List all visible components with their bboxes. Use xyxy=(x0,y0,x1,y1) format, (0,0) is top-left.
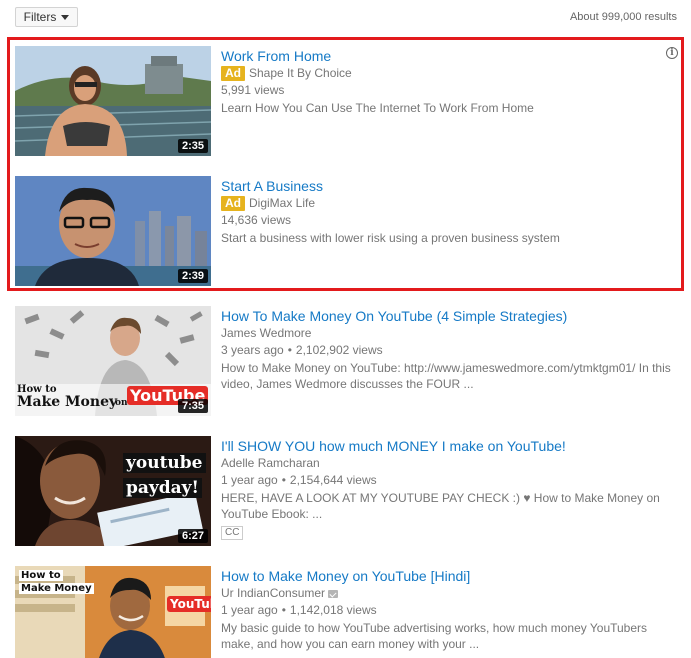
video-thumbnail[interactable]: 2:39 xyxy=(15,176,211,286)
channel-link[interactable]: Shape It By Choice xyxy=(249,66,352,80)
ad-badge: Ad xyxy=(221,196,245,211)
view-count: 5,991 views xyxy=(221,83,285,97)
age-views-line: 1 year ago • 1,142,018 views xyxy=(221,602,671,619)
video-title-link[interactable]: Start A Business xyxy=(221,177,671,195)
video-duration: 2:39 xyxy=(177,269,208,283)
cc-badge: CC xyxy=(221,526,244,540)
upload-age: 1 year ago xyxy=(221,603,278,617)
thumbnail-text-make-money: Make Money xyxy=(19,583,94,594)
channel-link[interactable]: Adelle Ramcharan xyxy=(221,456,320,470)
video-title-link[interactable]: Work From Home xyxy=(221,47,671,65)
thumbnail-text-youtube: youtube xyxy=(123,453,206,473)
ad-result-start-a-business: 2:39 Start A Business Ad DigiMax Life 14,… xyxy=(15,176,675,286)
video-duration: 7:35 xyxy=(177,399,208,413)
results-count: About 999,000 results xyxy=(569,11,677,23)
channel-line: Ad DigiMax Life xyxy=(221,195,671,212)
video-duration: 6:27 xyxy=(177,529,208,543)
video-description: How to Make Money on YouTube: http://www… xyxy=(221,361,671,391)
thumbnail-text-on: on xyxy=(115,398,128,408)
view-count: 2,154,644 views xyxy=(289,473,377,487)
filters-button[interactable]: Filters xyxy=(15,7,78,27)
caret-down-icon xyxy=(61,14,70,20)
video-meta: Start A Business Ad DigiMax Life 14,636 v… xyxy=(221,176,671,246)
video-description: HERE, HAVE A LOOK AT MY YOUTUBE PAY CHEC… xyxy=(221,491,660,521)
video-meta: How To Make Money On YouTube (4 Simple S… xyxy=(221,306,671,392)
video-thumbnail[interactable]: youtube payday! 6:27 xyxy=(15,436,211,546)
video-title-link[interactable]: I'll SHOW YOU how much MONEY I make on Y… xyxy=(221,437,671,455)
channel-link[interactable]: DigiMax Life xyxy=(249,196,315,210)
age-views-line: 1 year ago • 2,154,644 views xyxy=(221,472,671,489)
upload-age: 3 years ago xyxy=(221,343,284,357)
channel-line: Adelle Ramcharan xyxy=(221,455,671,472)
video-thumbnail[interactable]: How to Make Money on YouTube 7:35 xyxy=(15,306,211,416)
upload-age: 1 year ago xyxy=(221,473,278,487)
video-meta: How to Make Money on YouTube [Hindi] Ur … xyxy=(221,566,671,652)
results-toolbar: Filters About 999,000 results xyxy=(0,0,691,34)
verified-check-icon xyxy=(328,590,339,598)
thumbnail-text-payday: payday! xyxy=(123,478,203,498)
filters-label: Filters xyxy=(23,10,57,24)
video-thumbnail[interactable]: 2:35 xyxy=(15,46,211,156)
view-count: 2,102,902 views xyxy=(295,343,383,357)
video-description: Learn How You Can Use The Internet To Wo… xyxy=(221,101,534,115)
ad-result-work-from-home: 2:35 Work From Home Ad Shape It By Choice… xyxy=(15,46,675,156)
video-description: My basic guide to how YouTube advertisin… xyxy=(221,621,648,651)
channel-line: James Wedmore xyxy=(221,325,671,342)
video-description: Start a business with lower risk using a… xyxy=(221,231,560,245)
separator-dot: • xyxy=(287,343,292,357)
age-views-line: 3 years ago • 2,102,902 views xyxy=(221,342,671,359)
ad-badge: Ad xyxy=(221,66,245,81)
view-count: 14,636 views xyxy=(221,213,292,227)
channel-line: Ur IndianConsumer xyxy=(221,585,671,602)
thumbnail-text-how-to: How to xyxy=(19,570,63,581)
video-meta: Work From Home Ad Shape It By Choice 5,99… xyxy=(221,46,671,116)
video-title-link[interactable]: How To Make Money On YouTube (4 Simple S… xyxy=(221,307,671,325)
thumbnail-youtube-logo: YouTube xyxy=(167,596,211,612)
view-count: 1,142,018 views xyxy=(289,603,377,617)
video-title-link[interactable]: How to Make Money on YouTube [Hindi] xyxy=(221,567,671,585)
video-thumbnail[interactable]: How to Make Money YouTube xyxy=(15,566,211,658)
channel-line: Ad Shape It By Choice xyxy=(221,65,671,82)
video-duration: 2:35 xyxy=(177,139,208,153)
video-meta: I'll SHOW YOU how much MONEY I make on Y… xyxy=(221,436,671,540)
video-result-james-wedmore: How to Make Money on YouTube 7:35 How To… xyxy=(15,306,675,416)
thumbnail-text-make-money: Make Money xyxy=(17,394,118,410)
channel-link[interactable]: James Wedmore xyxy=(221,326,311,340)
channel-link[interactable]: Ur IndianConsumer xyxy=(221,586,325,600)
video-result-ur-indianconsumer: How to Make Money YouTube How to Make Mo… xyxy=(15,566,675,658)
separator-dot: • xyxy=(281,603,286,617)
separator-dot: • xyxy=(281,473,286,487)
video-result-adelle-ramcharan: youtube payday! 6:27 I'll SHOW YOU how m… xyxy=(15,436,675,546)
